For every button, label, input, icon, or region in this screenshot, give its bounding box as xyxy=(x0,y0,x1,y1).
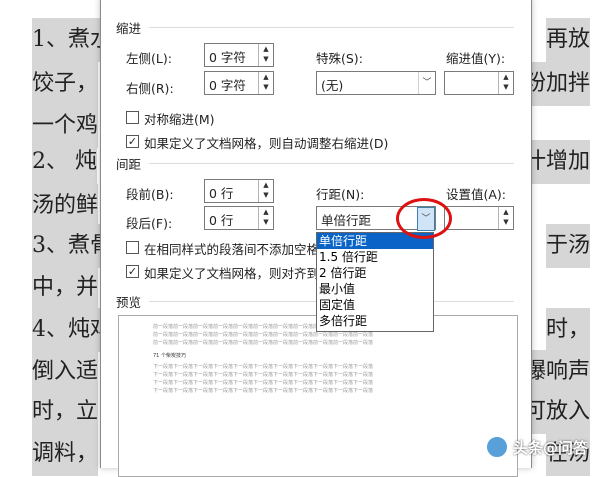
spinner-buttons[interactable]: ▲ ▼ xyxy=(258,207,273,229)
auto-adjust-label: 如果定义了文档网格，则自动调整右缩进(D) xyxy=(144,136,389,151)
preview-sample: 71 个柴炭技巧 xyxy=(153,353,186,359)
spinner-buttons[interactable]: ▲ ▼ xyxy=(498,207,513,229)
dropdown-option[interactable]: 多倍行距 xyxy=(317,313,433,329)
space-before-value: 0 行 xyxy=(209,186,234,201)
line-spacing-label: 行距(N): xyxy=(316,187,365,202)
doc-line-right: 爆响声 xyxy=(523,350,590,394)
doc-line-right: 粉加拌 xyxy=(523,62,590,106)
left-indent-value: 0 字符 xyxy=(209,50,246,65)
snap-grid-label: 如果定义了文档网格，则对齐到网 xyxy=(144,266,332,281)
dropdown-option[interactable]: 固定值 xyxy=(317,297,433,313)
doc-line-left: 中，并 xyxy=(32,266,99,310)
dropdown-option[interactable]: 2 倍行距 xyxy=(317,265,433,281)
chevron-down-icon[interactable]: ﹀ xyxy=(418,72,435,94)
space-after-label: 段后(F): xyxy=(126,216,173,231)
no-space-label: 在相同样式的段落间不添加空格(C) xyxy=(144,242,338,257)
dropdown-option[interactable]: 1.5 倍行距 xyxy=(317,249,433,265)
space-after-spinner[interactable]: 0 行 ▲ ▼ xyxy=(204,206,274,230)
divider xyxy=(149,27,514,28)
logo-icon xyxy=(484,435,509,459)
doc-line-right: 再放 xyxy=(545,18,590,62)
doc-line-left: 调料， xyxy=(32,432,99,476)
down-arrow-icon[interactable]: ▼ xyxy=(259,190,273,200)
up-arrow-icon[interactable]: ▲ xyxy=(259,72,273,82)
doc-line-left: 倒入适 xyxy=(32,350,99,394)
left-indent-label: 左侧(L): xyxy=(126,51,172,66)
up-arrow-icon[interactable]: ▲ xyxy=(499,72,513,82)
divider xyxy=(149,163,514,164)
setting-value-spinner[interactable]: ▲ ▼ xyxy=(444,206,514,230)
doc-line-right: 汁增加 xyxy=(523,140,590,184)
dropdown-option[interactable]: 最小值 xyxy=(317,281,433,297)
down-arrow-icon[interactable]: ▼ xyxy=(499,217,513,227)
up-arrow-icon[interactable]: ▲ xyxy=(259,207,273,217)
preview-prev-text: 前一段落前一段落前一段落前一段落前一段落前一段落前一段落前一段落前一段落前一段落… xyxy=(153,340,374,346)
spinner-buttons[interactable]: ▲ ▼ xyxy=(498,72,513,94)
snap-grid-checkbox[interactable]: ✓ xyxy=(126,265,139,278)
spacing-section-title: 间距 xyxy=(116,157,142,172)
left-indent-spinner[interactable]: 0 字符 ▲ ▼ xyxy=(204,43,274,67)
special-value: (无) xyxy=(321,78,344,93)
mirror-indent-checkbox[interactable] xyxy=(126,111,139,124)
doc-line-left: 时，立 xyxy=(32,390,99,434)
setting-label: 设置值(A): xyxy=(446,187,507,202)
space-before-spinner[interactable]: 0 行 ▲ ▼ xyxy=(204,179,274,203)
doc-line-left: 2、 炖 xyxy=(32,140,97,184)
preview-title: 预览 xyxy=(116,295,142,310)
space-before-label: 段前(B): xyxy=(126,187,174,202)
spinner-buttons[interactable]: ▲ ▼ xyxy=(258,180,273,202)
no-space-checkbox[interactable] xyxy=(126,241,139,254)
up-arrow-icon[interactable]: ▲ xyxy=(259,180,273,190)
auto-adjust-checkbox[interactable]: ✓ xyxy=(126,135,139,148)
indent-section-title: 缩进 xyxy=(116,21,142,36)
spinner-buttons[interactable]: ▲ ▼ xyxy=(258,72,273,94)
down-arrow-icon[interactable]: ▼ xyxy=(499,82,513,92)
watermark: 头条@问答 xyxy=(484,435,588,459)
preview-next-text: 下一段落下一段落下一段落下一段落下一段落下一段落下一段落下一段落下一段落下一段落… xyxy=(153,380,374,386)
down-arrow-icon[interactable]: ▼ xyxy=(259,82,273,92)
doc-line-left: 饺子， xyxy=(32,62,99,106)
space-after-value: 0 行 xyxy=(209,213,234,228)
spinner-buttons[interactable]: ▲ ▼ xyxy=(258,44,273,66)
special-select[interactable]: (无) ﹀ xyxy=(316,71,436,95)
line-spacing-dropdown: 单倍行距 1.5 倍行距 2 倍行距 最小值 固定值 多倍行距 xyxy=(316,232,434,332)
up-arrow-icon[interactable]: ▲ xyxy=(259,44,273,54)
preview-next-text: 下一段落下一段落下一段落下一段落下一段落下一段落下一段落下一段落下一段落下一段落… xyxy=(153,364,374,370)
special-label: 特殊(S): xyxy=(316,51,363,66)
down-arrow-icon[interactable]: ▼ xyxy=(259,217,273,227)
right-indent-value: 0 字符 xyxy=(209,78,246,93)
doc-line-right: 可放入 xyxy=(523,390,590,434)
line-spacing-value: 单倍行距 xyxy=(321,213,372,228)
red-highlight-circle xyxy=(396,198,452,239)
mirror-indent-label: 对称缩进(M) xyxy=(144,112,215,127)
watermark-text: 头条@问答 xyxy=(512,438,588,457)
preview-prev-text: 前一段落前一段落前一段落前一段落前一段落前一段落前一段落前一段落前一段落前一段落… xyxy=(153,332,374,338)
indent-value-label: 缩进值(Y): xyxy=(446,51,506,66)
preview-next-text: 下一段落下一段落下一段落下一段落下一段落下一段落下一段落下一段落下一段落下一段落… xyxy=(153,372,374,378)
down-arrow-icon[interactable]: ▼ xyxy=(259,54,273,64)
right-indent-label: 右侧(R): xyxy=(126,81,174,96)
preview-box: 前一段落前一段落前一段落前一段落前一段落前一段落前一段落前一段落前一段落前一段落… xyxy=(118,315,518,477)
preview-next-text: 下一段落下一段落下一段落下一段落下一段落下一段落下一段落下一段落下一段落下一段落… xyxy=(153,388,374,394)
doc-line-right: 时， xyxy=(545,308,590,352)
up-arrow-icon[interactable]: ▲ xyxy=(499,207,513,217)
indent-value-spinner[interactable]: ▲ ▼ xyxy=(444,71,514,95)
doc-line-right: 于汤 xyxy=(545,224,590,268)
right-indent-spinner[interactable]: 0 字符 ▲ ▼ xyxy=(204,71,274,95)
doc-line-left: 汤的鲜 xyxy=(32,184,99,228)
